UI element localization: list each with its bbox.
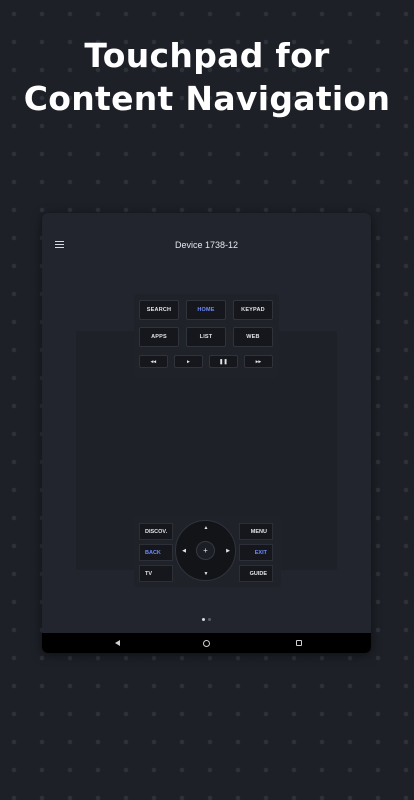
up-arrow-icon[interactable]: ▲: [201, 523, 211, 533]
search-button[interactable]: SEARCH: [139, 300, 179, 320]
home-button[interactable]: HOME: [186, 300, 226, 320]
app-bar: Device 1738-12: [42, 213, 371, 275]
page-dot-active: [202, 618, 205, 621]
recents-square-icon[interactable]: [293, 637, 305, 649]
page-indicator: [42, 618, 371, 621]
down-arrow-icon[interactable]: ▼: [201, 569, 211, 579]
menu-button[interactable]: MENU: [239, 523, 273, 540]
tv-button[interactable]: TV: [139, 565, 173, 582]
dpad-panel: DISCOV. BACK TV MENU EXIT GUIDE ▲ ▼ ◀ ▶ …: [134, 515, 281, 587]
list-button[interactable]: LIST: [186, 327, 226, 347]
back-triangle-icon[interactable]: [111, 637, 123, 649]
fast-forward-button[interactable]: ▸▸: [244, 355, 273, 368]
play-button[interactable]: ▸: [174, 355, 203, 368]
exit-button[interactable]: EXIT: [239, 544, 273, 561]
rewind-button[interactable]: ◂◂: [139, 355, 168, 368]
back-button[interactable]: BACK: [139, 544, 173, 561]
right-arrow-icon[interactable]: ▶: [223, 546, 233, 556]
device-title: Device 1738-12: [174, 240, 239, 250]
promo-headline: Touchpad for Content Navigation: [0, 34, 414, 120]
apps-button[interactable]: APPS: [139, 327, 179, 347]
page-dot: [208, 618, 211, 621]
web-button[interactable]: WEB: [233, 327, 273, 347]
discover-button[interactable]: DISCOV.: [139, 523, 173, 540]
promo-line-2: Content Navigation: [23, 79, 391, 118]
system-nav-bar: [42, 633, 371, 653]
keypad-button[interactable]: KEYPAD: [233, 300, 273, 320]
crosshair-icon[interactable]: +: [196, 541, 215, 560]
directional-pad: ▲ ▼ ◀ ▶ +: [175, 520, 236, 581]
pause-button[interactable]: ❚❚: [209, 355, 238, 368]
tablet-screen: Device 1738-12 SEARCH HOME KEYPAD APPS L…: [42, 213, 371, 653]
guide-button[interactable]: GUIDE: [239, 565, 273, 582]
promo-line-1: Touchpad for: [84, 36, 330, 75]
remote-button-panel: SEARCH HOME KEYPAD APPS LIST WEB ◂◂ ▸ ❚❚…: [134, 294, 279, 378]
left-arrow-icon[interactable]: ◀: [179, 546, 189, 556]
home-circle-icon[interactable]: [200, 637, 212, 649]
